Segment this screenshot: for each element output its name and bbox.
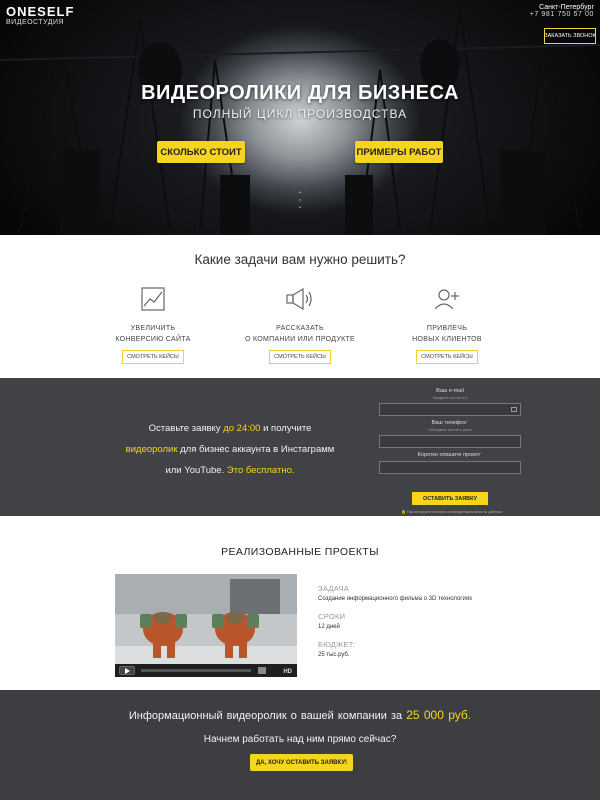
task-label: РАССКАЗАТЬ О КОМПАНИИ ИЛИ ПРОДУКТЕ [244, 325, 356, 343]
logo[interactable]: ONESELF ВИДЕОСТУДИЯ [6, 4, 74, 26]
add-user-icon [387, 285, 507, 313]
cta-offer-text: Информационный видеоролик о вашей компан… [128, 710, 403, 722]
request-offer-text: Оставьте заявку до 24:00 и получите виде… [110, 418, 350, 481]
email-label: Ваш e-mail [436, 388, 464, 394]
leave-request-button[interactable]: ДА, ХОЧУ ОСТАВИТЬ ЗАЯВКУ! [250, 754, 353, 771]
work-examples-button[interactable]: ПРИМЕРЫ РАБОТ [355, 141, 443, 163]
tasks-section: Какие задачи вам нужно решить? УВЕЛИЧИТЬ… [0, 235, 600, 378]
hd-badge[interactable]: HD [283, 669, 292, 675]
offer-text: Оставьте заявку [148, 423, 221, 434]
phone-field[interactable] [379, 435, 521, 448]
budget-heading: БЮДЖЕТ: [318, 640, 356, 649]
play-icon[interactable] [119, 666, 135, 675]
email-field[interactable] [379, 403, 521, 416]
cta-section: Информационный видеоролик о вашей компан… [0, 690, 600, 800]
offer-product: видеоролик [125, 444, 178, 455]
request-section: Оставьте заявку до 24:00 и получите виде… [0, 378, 600, 516]
logo-subtitle: ВИДЕОСТУДИЯ [6, 19, 65, 26]
projects-section: РЕАЛИЗОВАННЫЕ ПРОЕКТЫ HD ЗАДАЧА Создание… [0, 516, 600, 690]
tasks-title: Какие задачи вам нужно решить? [194, 252, 406, 267]
chart-icon [93, 285, 213, 313]
terms-value: 12 дней [318, 624, 340, 630]
offer-text: или YouTube. [165, 465, 225, 476]
project-details: ЗАДАЧА Создание информационного фильма о… [318, 584, 518, 668]
task-promote: РАССКАЗАТЬ О КОМПАНИИ ИЛИ ПРОДУКТЕ СМОТР… [240, 285, 360, 364]
email-group: Ваш e-mail Вводите как на БЗ [379, 388, 521, 416]
city-label: Санкт-Петербург [539, 4, 594, 11]
cta-question: Начнем работать над ним прямо сейчас? [203, 734, 397, 745]
task-conversion: УВЕЛИЧИТЬ КОНВЕРСИЮ САЙТА СМОТРЕТЬ КЕЙСЫ [93, 285, 213, 364]
phone-label: Ваш телефон* [379, 420, 521, 426]
volume-icon[interactable] [258, 667, 266, 674]
phone-label-text: Ваш телефон [431, 420, 467, 426]
hero-section: ONESELF ВИДЕОСТУДИЯ Санкт-Петербург +7 9… [0, 0, 600, 235]
offer-deadline: до 24:00 [223, 423, 261, 434]
phone-number[interactable]: +7 981 750 57 00 [530, 11, 594, 18]
hero-title: ВИДЕОРОЛИКИ ДЛЯ БИЗНЕСА [141, 82, 459, 104]
contact-info: Санкт-Петербург +7 981 750 57 00 [530, 4, 594, 18]
video-thumbnail [115, 574, 297, 677]
video-controls: HD [115, 664, 297, 677]
task-clients: ПРИВЛЕЧЬ НОВЫХ КЛИЕНТОВ СМОТРЕТЬ КЕЙСЫ [387, 285, 507, 364]
project-video-player[interactable]: HD [115, 574, 297, 677]
project-field[interactable] [379, 461, 521, 474]
email-hint: Вводите как на БЗ [432, 395, 468, 400]
scroll-down-icon[interactable]: ⌃ ○ ⌄ [296, 192, 304, 210]
task-label: ПРИВЛЕЧЬ НОВЫХ КЛИЕНТОВ [412, 325, 482, 343]
terms-heading: СРОКИ [318, 612, 346, 621]
hero-subtitle: ПОЛНЫЙ ЦИКЛ ПРОИЗВОДСТВА [192, 107, 408, 121]
request-form: Ваш e-mail Вводите как на БЗ Ваш телефон… [379, 388, 521, 514]
offer-free: Это бесплатно. [226, 465, 295, 476]
view-cases-button[interactable]: СМОТРЕТЬ КЕЙСЫ [122, 350, 184, 364]
phone-group: Ваш телефон* Обещаем звонить рано [379, 420, 521, 448]
privacy-text: Гарантируем полную конфиденциальность да… [407, 509, 503, 514]
task-heading: ЗАДАЧА [318, 584, 350, 593]
megaphone-icon [240, 285, 360, 313]
budget-value: 25 тыс.руб. [318, 652, 350, 658]
privacy-note: 🔒 Гарантируем полную конфиденциальность … [401, 509, 503, 514]
project-label: Коротко опишите проект* [379, 452, 521, 458]
required-mark: * [480, 452, 483, 458]
required-mark: * [466, 420, 469, 426]
view-cases-button[interactable]: СМОТРЕТЬ КЕЙСЫ [269, 350, 331, 364]
view-cases-button[interactable]: СМОТРЕТЬ КЕЙСЫ [416, 350, 478, 364]
task-value: Создание информационного фильма о 3D тех… [318, 596, 473, 602]
how-much-button[interactable]: СКОЛЬКО СТОИТ [157, 141, 245, 163]
task-label: УВЕЛИЧИТЬ КОНВЕРСИЮ САЙТА [115, 325, 191, 343]
cta-price: 25 000 руб. [406, 708, 472, 722]
logo-title: ONESELF [6, 4, 75, 19]
order-call-button[interactable]: ЗАКАЗАТЬ ЗВОНОК [544, 28, 596, 44]
offer-text: для бизнес аккаунта в Инстаграмм [180, 444, 335, 455]
projects-title: РЕАЛИЗОВАННЫЕ ПРОЕКТЫ [221, 546, 379, 558]
project-group: Коротко опишите проект* [379, 452, 521, 474]
video-progress-bar[interactable] [141, 669, 251, 672]
phone-hint: Обещаем звонить рано [428, 427, 472, 432]
project-label-text: Коротко опишите проект [417, 452, 481, 458]
envelope-icon [511, 407, 517, 412]
submit-request-button[interactable]: ОСТАВИТЬ ЗАЯВКУ [412, 492, 488, 505]
cta-offer: Информационный видеоролик о вашей компан… [0, 708, 600, 722]
offer-text: и получите [263, 423, 312, 434]
